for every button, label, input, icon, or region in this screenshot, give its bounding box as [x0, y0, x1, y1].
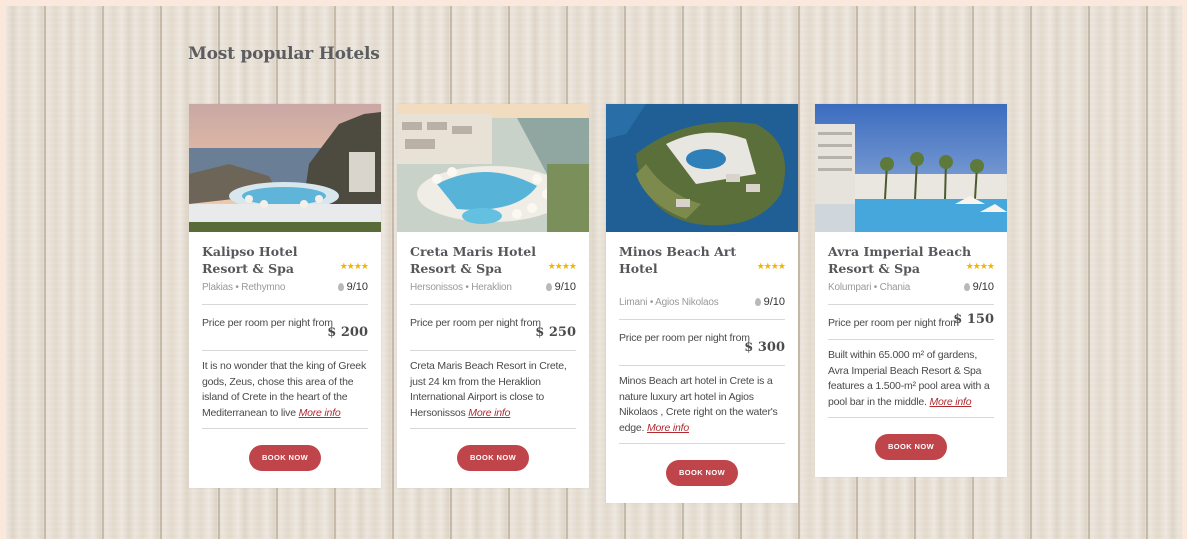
price-label: Price per room per night from [828, 317, 959, 329]
more-info-link[interactable]: More info [647, 422, 689, 434]
hotel-rating: 9/10 [963, 281, 994, 293]
rating-value: 9/10 [346, 281, 368, 293]
description-text: Minos Beach art hotel in Crete is a natu… [619, 375, 778, 434]
star-rating-icon: ★★★★ [756, 261, 786, 271]
price-amount: $ 150 [953, 312, 994, 327]
price-label: Price per room per night from [619, 332, 750, 344]
hotel-name[interactable]: Minos Beach Art Hotel [619, 243, 764, 277]
book-now-button[interactable]: BOOK NOW [875, 434, 947, 460]
hotel-card: Avra Imperial Beach Resort & Spa ★★★★ Ko… [815, 104, 1007, 477]
price-block: Price per room per night from $ 250 [410, 313, 576, 343]
price-amount: $ 300 [744, 340, 785, 355]
hotel-location: Kolumpari • Chania [828, 281, 911, 293]
divider [410, 304, 576, 305]
drop-icon [963, 283, 970, 291]
price-block: Price per room per night from $ 200 [202, 313, 368, 343]
hotel-location: Plakias • Rethymno [202, 281, 286, 293]
hotel-name[interactable]: Kalipso Hotel Resort & Spa [202, 243, 347, 277]
divider [202, 304, 368, 305]
more-info-link[interactable]: More info [299, 407, 341, 419]
description-text: It is no wonder that the king of Greek g… [202, 360, 366, 419]
book-now-button[interactable]: BOOK NOW [457, 445, 529, 471]
divider [202, 350, 368, 351]
hotel-description: Creta Maris Beach Resort in Crete, just … [410, 359, 576, 421]
drop-icon [754, 298, 761, 306]
price-label: Price per room per night from [202, 317, 333, 329]
price-amount: $ 250 [535, 325, 576, 340]
star-rating-icon: ★★★★ [965, 261, 995, 271]
divider [619, 365, 785, 366]
price-label: Price per room per night from [410, 317, 541, 329]
book-now-button[interactable]: BOOK NOW [249, 445, 321, 471]
hotel-rating: 9/10 [545, 281, 576, 293]
hotel-location: Limani • Agios Nikolaos [619, 296, 719, 308]
star-rating-icon: ★★★★ [339, 261, 369, 271]
hotel-card: Minos Beach Art Hotel ★★★★ Limani • Agio… [606, 104, 798, 503]
hotel-photo[interactable] [397, 104, 589, 232]
divider [410, 350, 576, 351]
hotel-description: It is no wonder that the king of Greek g… [202, 359, 368, 421]
price-amount: $ 200 [327, 325, 368, 340]
rating-value: 9/10 [554, 281, 576, 293]
hotel-photo[interactable] [189, 104, 381, 232]
divider [828, 339, 994, 340]
hotel-card: Kalipso Hotel Resort & Spa ★★★★ Plakias … [189, 104, 381, 488]
hotel-location: Hersonissos • Heraklion [410, 281, 512, 293]
hotel-name[interactable]: Avra Imperial Beach Resort & Spa [828, 243, 973, 277]
drop-icon [337, 283, 344, 291]
hotel-photo[interactable] [606, 104, 798, 232]
book-now-button[interactable]: BOOK NOW [666, 460, 738, 486]
hotel-rating: 9/10 [754, 296, 785, 308]
more-info-link[interactable]: More info [468, 407, 510, 419]
more-info-link[interactable]: More info [929, 396, 971, 408]
drop-icon [545, 283, 552, 291]
price-block: Price per room per night from $ 150 [828, 312, 994, 335]
hotel-description: Built within 65.000 m² of gardens, Avra … [828, 348, 994, 410]
star-rating-icon: ★★★★ [547, 261, 577, 271]
hotel-name[interactable]: Creta Maris Hotel Resort & Spa [410, 243, 555, 277]
price-block: Price per room per night from $ 300 [619, 328, 785, 358]
hotel-photo[interactable] [815, 104, 1007, 232]
divider [828, 304, 994, 305]
rating-value: 9/10 [763, 296, 785, 308]
rating-value: 9/10 [972, 281, 994, 293]
section-title: Most popular Hotels [188, 44, 380, 64]
hotel-rating: 9/10 [337, 281, 368, 293]
hotel-card: Creta Maris Hotel Resort & Spa ★★★★ Hers… [397, 104, 589, 488]
divider [619, 319, 785, 320]
hotel-description: Minos Beach art hotel in Crete is a natu… [619, 374, 785, 436]
